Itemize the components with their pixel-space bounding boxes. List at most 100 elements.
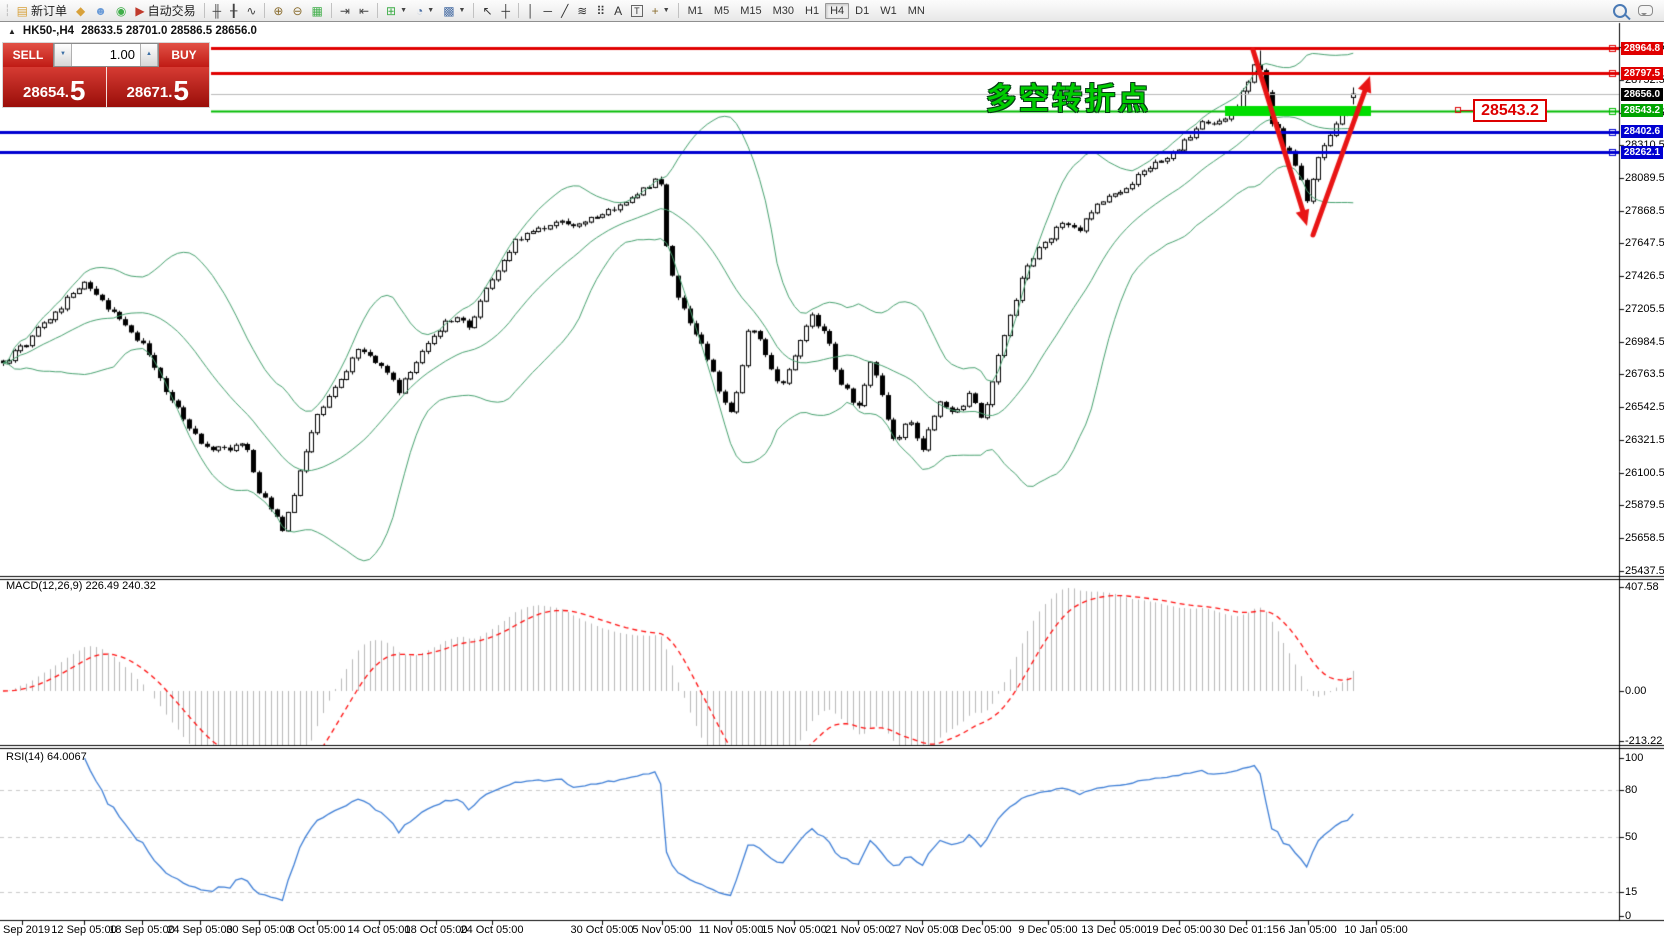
line-mode-button[interactable]: ∿: [242, 2, 260, 20]
timeframe-button-m1[interactable]: M1: [683, 3, 708, 19]
rsi-tick-label: 80: [1625, 784, 1637, 796]
trendline-button[interactable]: ╱: [557, 2, 572, 20]
new-order-icon: ▤: [17, 2, 28, 20]
zoom-in-button[interactable]: ⊕: [269, 2, 287, 20]
timeframe-button-h1[interactable]: H1: [800, 3, 824, 19]
time-label: 24 Sep 05:00: [167, 924, 232, 936]
bars-mode-button[interactable]: ╫: [209, 2, 226, 20]
toolbar-separator: [377, 3, 378, 18]
timeframe-button-w1[interactable]: W1: [875, 3, 902, 19]
price-tick-label: 27426.5: [1625, 270, 1664, 282]
timeframe-button-m5[interactable]: M5: [709, 3, 734, 19]
time-label: 19 Dec 05:00: [1146, 924, 1211, 936]
signal-icon[interactable]: ◉: [112, 2, 130, 20]
chart-canvas[interactable]: [0, 0, 1664, 942]
autotrade-button-label: 自动交易: [148, 2, 196, 19]
chart-shift-button[interactable]: ⇤: [355, 2, 373, 20]
periods-button[interactable]: ◔▼: [412, 2, 438, 20]
price-tick-label: 27205.5: [1625, 303, 1664, 315]
sell-button[interactable]: SELL: [3, 43, 53, 67]
auto-scroll-button[interactable]: ⇥: [336, 2, 354, 20]
price-tag: 28543.2: [1621, 104, 1663, 117]
price-tick-label: 25437.5: [1625, 565, 1664, 577]
chevron-down-icon[interactable]: ▼: [663, 7, 670, 14]
timeframe-button-d1[interactable]: D1: [850, 3, 874, 19]
time-label: 18 Oct 05:00: [405, 924, 468, 936]
price-tick-label: 27647.5: [1625, 237, 1664, 249]
indicators-button[interactable]: ⊞▼: [382, 2, 411, 20]
zoom-out-button[interactable]: ⊖: [288, 2, 306, 20]
rsi-tick-label: 100: [1625, 752, 1643, 764]
time-label: 8 Oct 05:00: [289, 924, 346, 936]
volume-input[interactable]: 1.00: [72, 44, 140, 66]
macd-tick-label: 0.00: [1625, 685, 1646, 697]
volume-down-button[interactable]: ▼: [54, 44, 72, 66]
hline-button[interactable]: ─: [540, 2, 557, 20]
search-icon[interactable]: [1613, 4, 1627, 18]
buy-button[interactable]: BUY: [159, 43, 209, 67]
crosshair-icon: ┼: [502, 2, 511, 20]
crosshair-button[interactable]: ┼: [498, 2, 515, 20]
toolbar-separator: [518, 3, 519, 18]
fibo-button[interactable]: ≋: [573, 2, 591, 20]
rsi-indicator-label: RSI(14) 64.0067: [6, 751, 87, 763]
candles-mode-icon: ╂: [230, 2, 237, 20]
time-axis[interactable]: 6 Sep 201912 Sep 05:0018 Sep 05:0024 Sep…: [0, 921, 1664, 942]
autotrade-button[interactable]: ▶自动交易: [131, 2, 199, 20]
toolbar-separator: [264, 3, 265, 18]
timeframe-button-m30[interactable]: M30: [768, 3, 799, 19]
price-tick-label: 26100.5: [1625, 467, 1664, 479]
time-label: 3 Dec 05:00: [952, 924, 1011, 936]
autotrade-icon: ▶: [135, 2, 144, 20]
timeframe-button-m15[interactable]: M15: [735, 3, 766, 19]
tile-windows-icon: ▦: [312, 2, 323, 20]
chevron-down-icon[interactable]: ▼: [459, 7, 466, 14]
profile-icon-icon: ☻: [94, 2, 107, 20]
price-tick-label: 26321.5: [1625, 434, 1664, 446]
time-label: 18 Sep 05:00: [109, 924, 174, 936]
toolbar-grip: ┆: [4, 4, 11, 17]
label-icon: T: [631, 5, 643, 17]
hline-icon: ─: [544, 2, 553, 20]
tile-windows-button[interactable]: ▦: [308, 2, 327, 20]
channels-button[interactable]: ⠿: [592, 2, 609, 20]
arrows-icon: +: [652, 2, 659, 20]
channels-icon: ⠿: [596, 2, 605, 20]
chevron-down-icon[interactable]: ▼: [427, 7, 434, 14]
time-label: 12 Sep 05:00: [51, 924, 116, 936]
price-tick-label: 26984.5: [1625, 336, 1664, 348]
rsi-tick-label: 50: [1625, 831, 1637, 843]
market-watch-icon[interactable]: ◆: [72, 2, 89, 20]
timeframe-button-h4[interactable]: H4: [825, 3, 849, 19]
chart-symbol-label: HK50-,H4: [23, 25, 74, 37]
text-button[interactable]: A: [610, 2, 626, 20]
templates-button[interactable]: ▩▼: [439, 2, 469, 20]
price-callout-box[interactable]: 28543.2: [1473, 99, 1547, 122]
indicators-icon: ⊞: [386, 2, 396, 20]
new-order-button-label: 新订单: [31, 2, 67, 19]
chevron-down-icon[interactable]: ▼: [400, 7, 407, 14]
profile-icon[interactable]: ☻: [90, 2, 111, 20]
chart-annotation-text[interactable]: 多空转折点: [986, 74, 1151, 118]
price-tick-label: 27868.5: [1625, 205, 1664, 217]
vline-button[interactable]: │: [523, 2, 539, 20]
new-order-button[interactable]: ▤新订单: [13, 2, 71, 20]
cursor-button[interactable]: ↖: [478, 2, 496, 20]
timeframe-button-mn[interactable]: MN: [903, 3, 930, 19]
chat-icon[interactable]: [1638, 5, 1653, 16]
collapse-icon[interactable]: ▲: [8, 27, 16, 36]
arrows-button[interactable]: +▼: [648, 2, 674, 20]
line-mode-icon: ∿: [246, 2, 256, 20]
time-label: 21 Nov 05:00: [825, 924, 890, 936]
label-button[interactable]: T: [627, 2, 647, 20]
time-label: 13 Dec 05:00: [1081, 924, 1146, 936]
buy-price-button[interactable]: 28671.5: [107, 67, 210, 107]
candles-mode-button[interactable]: ╂: [226, 2, 241, 20]
macd-tick-label: 407.58: [1625, 581, 1659, 593]
buy-price-int: 28671: [127, 81, 169, 105]
sell-price-button[interactable]: 28654.5: [3, 67, 107, 107]
volume-up-button[interactable]: ▲: [140, 44, 158, 66]
trade-panel-top-row: SELL ▼ 1.00 ▲ BUY: [3, 43, 209, 67]
price-tag: 28262.1: [1621, 146, 1663, 159]
market-watch-icon-icon: ◆: [76, 2, 85, 20]
